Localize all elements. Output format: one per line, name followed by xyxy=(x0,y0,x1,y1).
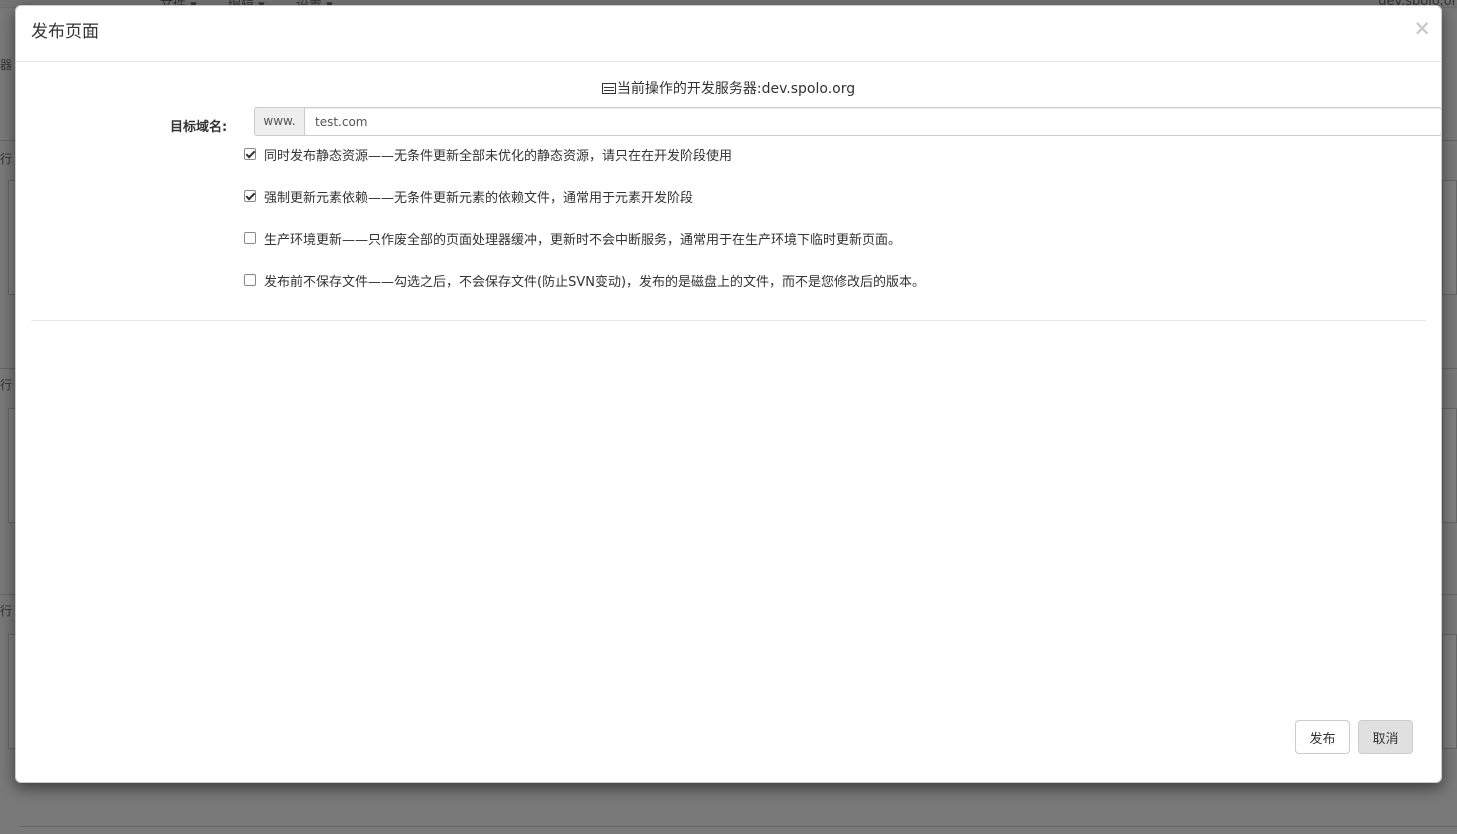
publish-dialog: 发布页面 × 当前操作的开发服务器:dev.spolo.org 目标域名: ww… xyxy=(15,5,1442,783)
option-publish-static[interactable]: 同时发布静态资源——无条件更新全部未优化的静态资源，请只在在开发阶段使用 xyxy=(244,145,733,164)
option-production-update[interactable]: 生产环境更新——只作废全部的页面处理器缓冲，更新时不会中断服务，通常用于在生产环… xyxy=(244,229,902,248)
option-force-update-deps[interactable]: 强制更新元素依赖——无条件更新元素的依赖文件，通常用于元素开发阶段 xyxy=(244,187,694,206)
dialog-title: 发布页面 xyxy=(31,22,99,42)
server-name: dev.spolo.org xyxy=(761,81,856,97)
current-server-info: 当前操作的开发服务器:dev.spolo.org xyxy=(16,78,1441,98)
domain-input-group: www. xyxy=(254,107,1442,136)
domain-input[interactable] xyxy=(304,107,1442,136)
checkbox-icon[interactable] xyxy=(244,274,256,286)
checkbox-icon[interactable] xyxy=(244,148,256,160)
domain-label: 目标域名: xyxy=(170,120,228,135)
dialog-header: 发布页面 × xyxy=(16,6,1441,62)
server-prefix: 当前操作的开发服务器: xyxy=(616,81,762,97)
cancel-button[interactable]: 取消 xyxy=(1358,720,1413,754)
option-label: 同时发布静态资源——无条件更新全部未优化的静态资源，请只在在开发阶段使用 xyxy=(264,148,733,164)
checkbox-icon[interactable] xyxy=(244,232,256,244)
close-icon[interactable]: × xyxy=(1413,18,1431,39)
option-no-save-before-publish[interactable]: 发布前不保存文件——勾选之后，不会保存文件(防止SVN变动)，发布的是磁盘上的文… xyxy=(244,271,926,290)
option-label: 发布前不保存文件——勾选之后，不会保存文件(防止SVN变动)，发布的是磁盘上的文… xyxy=(264,274,926,290)
publish-button[interactable]: 发布 xyxy=(1295,720,1350,754)
option-label: 强制更新元素依赖——无条件更新元素的依赖文件，通常用于元素开发阶段 xyxy=(264,190,694,206)
server-icon xyxy=(601,83,616,94)
domain-prefix-addon: www. xyxy=(254,107,304,136)
checkbox-icon[interactable] xyxy=(244,190,256,202)
divider xyxy=(31,320,1426,321)
option-label: 生产环境更新——只作废全部的页面处理器缓冲，更新时不会中断服务，通常用于在生产环… xyxy=(264,232,902,248)
